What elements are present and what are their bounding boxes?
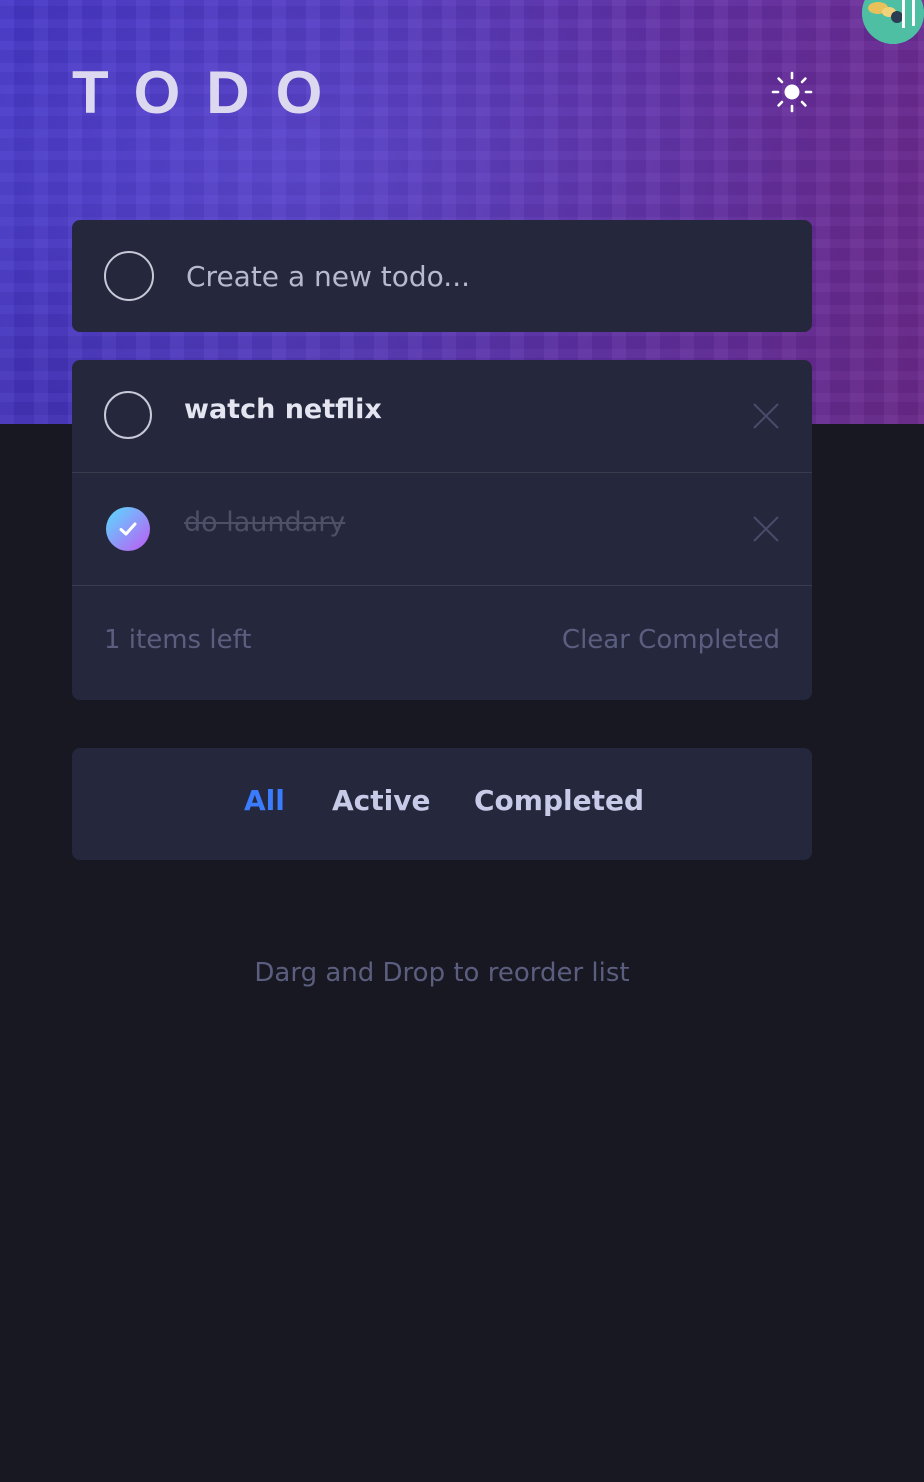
list-footer: 1 items left Clear Completed bbox=[72, 587, 812, 700]
delete-todo-button[interactable] bbox=[750, 400, 782, 432]
new-todo-card bbox=[72, 220, 812, 332]
todo-checkbox[interactable] bbox=[104, 391, 152, 439]
filter-bar: All Active Completed bbox=[72, 748, 812, 860]
filter-completed[interactable]: Completed bbox=[474, 784, 644, 817]
items-left-count: 1 items left bbox=[104, 625, 252, 655]
app-title: TODO bbox=[72, 59, 349, 126]
new-todo-checkbox[interactable] bbox=[104, 251, 154, 301]
todo-checkbox-checked[interactable] bbox=[106, 507, 150, 551]
filter-all[interactable]: All bbox=[244, 784, 285, 817]
todo-text: watch netflix bbox=[184, 394, 382, 425]
delete-todo-button[interactable] bbox=[750, 513, 782, 545]
check-icon bbox=[119, 522, 137, 536]
todo-item[interactable]: do laundary bbox=[72, 473, 812, 586]
close-icon bbox=[753, 516, 779, 542]
todo-text: do laundary bbox=[184, 507, 346, 538]
sun-icon bbox=[771, 71, 813, 113]
close-icon bbox=[753, 403, 779, 429]
todo-list: watch netflix do laundary 1 items left C… bbox=[72, 360, 812, 700]
todo-item[interactable]: watch netflix bbox=[72, 360, 812, 473]
filter-active[interactable]: Active bbox=[332, 784, 431, 817]
reorder-hint: Darg and Drop to reorder list bbox=[254, 958, 630, 988]
theme-toggle-button[interactable] bbox=[770, 70, 814, 114]
clear-completed-button[interactable]: Clear Completed bbox=[562, 625, 780, 655]
new-todo-input[interactable] bbox=[186, 248, 766, 304]
